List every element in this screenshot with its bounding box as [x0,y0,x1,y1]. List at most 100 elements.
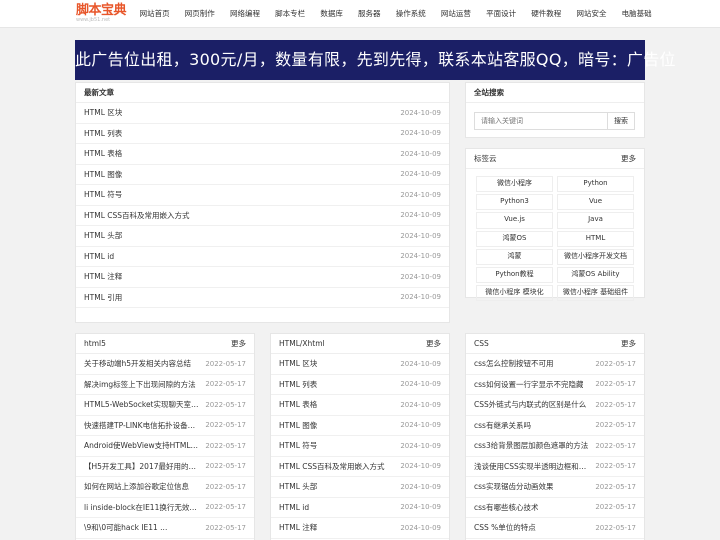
article-link[interactable]: 关于移动端h5开发相关内容总结 [84,358,191,369]
tag-link[interactable]: Python教程 [476,266,553,284]
article-link[interactable]: HTML id [279,503,309,512]
article-link[interactable]: HTML 头部 [84,230,122,241]
nav-item[interactable]: 操作系统 [388,0,433,28]
panel-title[interactable]: html5 [84,339,106,348]
article-link[interactable]: HTML CSS百科及常用嵌入方式 [84,210,190,221]
article-link[interactable]: Android使WebView支持HTML5 Vide... [84,440,199,451]
tag-link[interactable]: 鸿蒙 [476,248,553,265]
article-link[interactable]: HTML 表格 [84,148,122,159]
list-item[interactable]: css怎么控制按钮不可用 2022-05-17 [466,354,644,375]
list-item[interactable]: HTML CSS百科及常用嵌入方式 2024-10-09 [76,206,449,226]
article-link[interactable]: HTML5-WebSocket实现聊天室示例 [84,399,199,410]
list-item[interactable]: css3给背景图层加颜色遮罩的方法 2022-05-17 [466,436,644,457]
nav-item[interactable]: 服务器 [350,0,388,28]
site-logo[interactable]: 脚本宝典 www.jb51.net [76,4,128,24]
list-item[interactable]: css有哪些核心技术 2022-05-17 [466,498,644,518]
article-link[interactable]: HTML 图像 [279,420,317,431]
tag-link[interactable]: Java [557,212,634,229]
article-link[interactable]: 浅谈使用CSS实现半透明边框和多重... [474,461,589,472]
list-item[interactable]: li inside-block在IE11换行无效的... 2022-05-17 [76,498,254,518]
list-item[interactable]: HTML5-WebSocket实现聊天室示例 2022-05-17 [76,395,254,416]
list-item[interactable]: HTML 表格 2024-10-09 [76,144,449,165]
more-link[interactable]: 更多 [231,338,246,349]
article-link[interactable]: HTML 表格 [279,399,317,410]
list-item[interactable]: HTML 引用 2024-10-09 [76,288,449,308]
list-item[interactable]: HTML 图像 2024-10-09 [271,416,449,436]
article-link[interactable]: HTML 图像 [84,169,122,180]
article-link[interactable]: 快速搭建TP-LINK电信拓扑设备面板... [84,420,199,431]
list-item[interactable]: HTML 区块 2024-10-09 [271,354,449,375]
more-link[interactable]: 更多 [621,338,636,349]
article-link[interactable]: 如何在网站上添加谷歌定位信息 [84,481,189,492]
tag-link[interactable]: HTML [557,230,634,247]
article-link[interactable]: HTML 注释 [279,522,317,533]
list-item[interactable]: HTML 头部 2024-10-09 [76,226,449,247]
list-item[interactable]: HTML 图像 2024-10-09 [76,165,449,185]
more-link[interactable]: 更多 [621,153,636,164]
list-item[interactable]: css如何设置一行字显示不完隐藏 2022-05-17 [466,375,644,395]
tag-link[interactable]: Python [557,176,634,193]
panel-title[interactable]: HTML/Xhtml [279,339,325,348]
list-item[interactable]: css实现锯齿分动画效果 2022-05-17 [466,477,644,498]
tag-link[interactable]: 微信小程序 [476,176,553,193]
article-link[interactable]: css如何设置一行字显示不完隐藏 [474,379,583,390]
tag-link[interactable]: 鸿蒙OS Ability [557,266,634,284]
nav-item[interactable]: 网站运营 [433,0,478,28]
article-link[interactable]: CSS外链式与内联式的区别是什么 [474,399,586,410]
list-item[interactable]: 浅谈使用CSS实现半透明边框和多重... 2022-05-17 [466,457,644,477]
tag-link[interactable]: Python3 [476,194,553,211]
article-link[interactable]: HTML id [84,252,114,261]
list-item[interactable]: HTML 列表 2024-10-09 [271,375,449,395]
panel-title[interactable]: CSS [474,339,489,348]
article-link[interactable]: HTML 符号 [84,189,122,200]
article-link[interactable]: HTML 列表 [279,379,317,390]
list-item[interactable]: 关于移动端h5开发相关内容总结 2022-05-17 [76,354,254,375]
article-link[interactable]: css3给背景图层加颜色遮罩的方法 [474,440,588,451]
article-link[interactable]: HTML 区块 [84,107,122,118]
nav-item[interactable]: 网站安全 [569,0,614,28]
nav-item[interactable]: 硬件教程 [524,0,569,28]
article-link[interactable]: CSS %单位的特点 [474,522,536,533]
article-link[interactable]: HTML 列表 [84,128,122,139]
article-link[interactable]: HTML 引用 [84,292,122,303]
nav-item[interactable]: 平面设计 [479,0,524,28]
list-item[interactable]: HTML 列表 2024-10-09 [76,124,449,144]
article-link[interactable]: css有继承关系吗 [474,420,531,431]
list-item[interactable]: HTML 头部 2024-10-09 [271,477,449,498]
nav-item[interactable]: 脚本专栏 [268,0,313,28]
list-item[interactable]: HTML CSS百科及常用嵌入方式 2024-10-09 [271,457,449,477]
article-link[interactable]: HTML CSS百科及常用嵌入方式 [279,461,385,472]
list-item[interactable]: 快速搭建TP-LINK电信拓扑设备面板... 2022-05-17 [76,416,254,436]
more-link[interactable]: 更多 [426,338,441,349]
article-link[interactable]: HTML 符号 [279,440,317,451]
list-item[interactable]: \9和\0可能hack IE11 ... 2022-05-17 [76,518,254,539]
nav-item[interactable]: 电脑基础 [614,0,659,28]
article-link[interactable]: HTML 区块 [279,358,317,369]
nav-item[interactable]: 网页制作 [177,0,222,28]
nav-item[interactable]: 网站首页 [132,0,177,28]
list-item[interactable]: CSS外链式与内联式的区别是什么 2022-05-17 [466,395,644,416]
article-link[interactable]: css怎么控制按钮不可用 [474,358,553,369]
article-link[interactable]: HTML 头部 [279,481,317,492]
list-item[interactable]: css有继承关系吗 2022-05-17 [466,416,644,436]
list-item[interactable]: HTML id 2024-10-09 [76,247,449,267]
article-link[interactable]: li inside-block在IE11换行无效的... [84,502,199,513]
article-link[interactable]: 【H5开发工具】2017最好用的10种... [84,461,199,472]
tag-link[interactable]: Vue [557,194,634,211]
list-item[interactable]: HTML 符号 2024-10-09 [76,185,449,206]
list-item[interactable]: 【H5开发工具】2017最好用的10种... 2022-05-17 [76,457,254,477]
list-item[interactable]: HTML 注释 2024-10-09 [76,267,449,288]
list-item[interactable]: HTML id 2024-10-09 [271,498,449,518]
list-item[interactable]: HTML 区块 2024-10-09 [76,103,449,124]
article-link[interactable]: 解决img标签上下出现间隙的方法 [84,379,196,390]
list-item[interactable]: Android使WebView支持HTML5 Vide... 2022-05-17 [76,436,254,457]
tag-link[interactable]: 微信小程序开发文档 [557,248,634,265]
list-item[interactable]: HTML 符号 2024-10-09 [271,436,449,457]
tag-link[interactable]: 微信小程序 模块化 [476,285,553,302]
list-item[interactable]: CSS %单位的特点 2022-05-17 [466,518,644,539]
list-item[interactable]: 如何在网站上添加谷歌定位信息 2022-05-17 [76,477,254,498]
nav-item[interactable]: 网络编程 [222,0,267,28]
tag-link[interactable]: Vue.js [476,212,553,229]
tag-link[interactable]: 鸿蒙OS [476,230,553,247]
list-item[interactable]: HTML 注释 2024-10-09 [271,518,449,539]
